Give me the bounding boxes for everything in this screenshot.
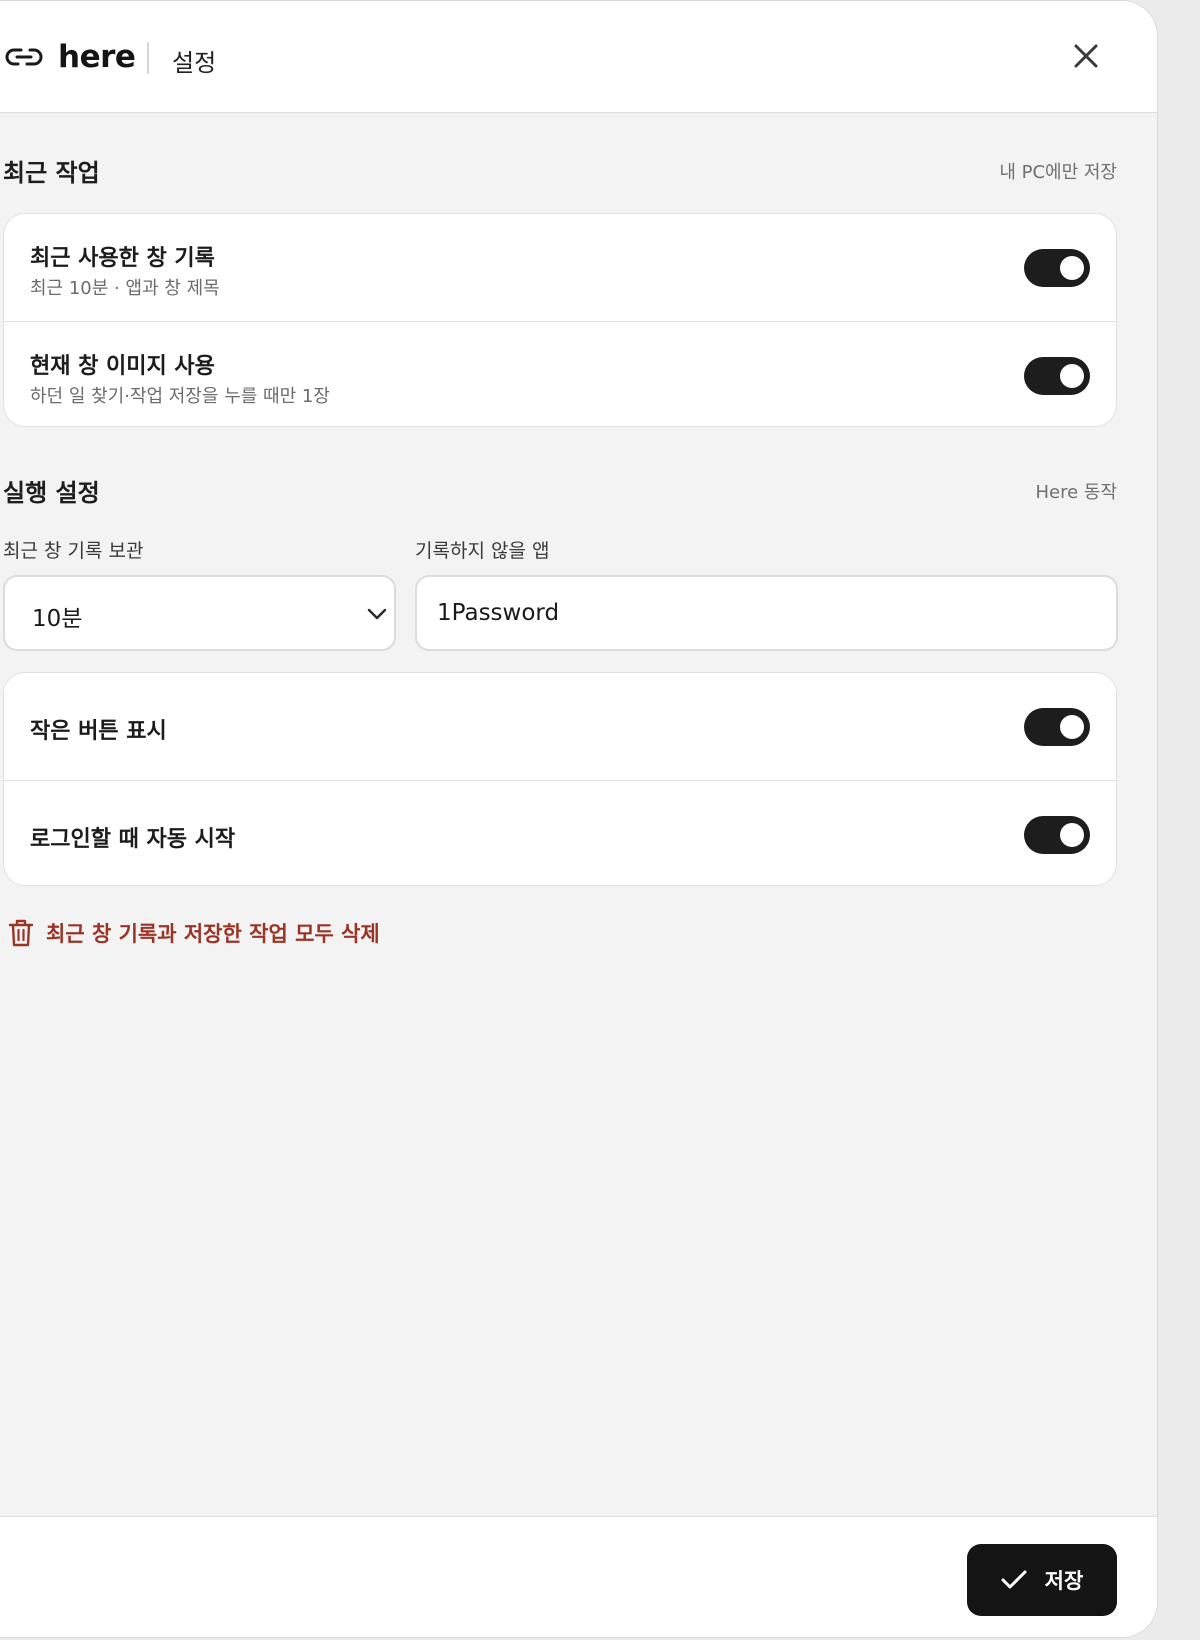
- link-icon: [5, 48, 43, 66]
- footer: 저장: [0, 1516, 1157, 1637]
- header: here 설정: [0, 1, 1157, 113]
- save-button[interactable]: 저장: [967, 1544, 1117, 1616]
- row-show-small-button: 작은 버튼 표시: [4, 673, 1116, 780]
- settings-panel: here 설정 최근 작업 내 PC에만 저장 최근 사용한 창 기록 최근 1…: [0, 0, 1158, 1638]
- row-title: 최근 사용한 창 기록: [30, 246, 215, 271]
- toggle-recent-window-history[interactable]: [1024, 249, 1090, 287]
- section-hint-local-only: 내 PC에만 저장: [999, 162, 1117, 183]
- excluded-apps-input[interactable]: [415, 575, 1118, 651]
- delete-all-button[interactable]: 최근 창 기록과 저장한 작업 모두 삭제: [8, 917, 380, 949]
- section-title-recent-work: 최근 작업: [3, 159, 100, 187]
- toggle-knob: [1060, 364, 1084, 388]
- header-divider: [147, 42, 149, 74]
- retention-select[interactable]: 10분: [3, 575, 396, 651]
- retention-select-value: 10분: [32, 606, 83, 632]
- retention-label: 최근 창 기록 보관: [3, 540, 144, 562]
- check-icon: [1001, 1570, 1027, 1589]
- trash-icon: [8, 919, 34, 947]
- toggle-knob: [1060, 256, 1084, 280]
- recent-work-card: 최근 사용한 창 기록 최근 10분 · 앱과 창 제목 현재 창 이미지 사용…: [3, 213, 1117, 427]
- row-recent-window-history: 최근 사용한 창 기록 최근 10분 · 앱과 창 제목: [4, 214, 1116, 321]
- page-title: 설정: [172, 49, 217, 77]
- toggle-auto-start-login[interactable]: [1024, 816, 1090, 854]
- section-title-run-settings: 실행 설정: [3, 479, 100, 507]
- toggle-show-small-button[interactable]: [1024, 708, 1090, 746]
- row-current-window-image: 현재 창 이미지 사용 하던 일 찾기·작업 저장을 누를 때만 1장: [4, 321, 1116, 426]
- toggle-knob: [1060, 715, 1084, 739]
- run-settings-card: 작은 버튼 표시 로그인할 때 자동 시작: [3, 672, 1117, 886]
- row-title: 로그인할 때 자동 시작: [30, 827, 236, 852]
- row-subtitle: 최근 10분 · 앱과 창 제목: [30, 278, 220, 299]
- toggle-current-window-image[interactable]: [1024, 357, 1090, 395]
- excluded-apps-label: 기록하지 않을 앱: [415, 540, 550, 562]
- section-hint-here-behavior: Here 동작: [1035, 482, 1117, 503]
- row-title: 작은 버튼 표시: [30, 719, 167, 744]
- save-label: 저장: [1044, 1569, 1084, 1593]
- toggle-knob: [1060, 823, 1084, 847]
- chevron-down-icon: [367, 608, 387, 620]
- close-icon[interactable]: [1068, 38, 1104, 74]
- row-subtitle: 하던 일 찾기·작업 저장을 누를 때만 1장: [30, 386, 330, 407]
- brand-name: here: [58, 39, 136, 75]
- delete-all-label: 최근 창 기록과 저장한 작업 모두 삭제: [46, 922, 380, 946]
- row-title: 현재 창 이미지 사용: [30, 354, 215, 379]
- row-auto-start-login: 로그인할 때 자동 시작: [4, 780, 1116, 885]
